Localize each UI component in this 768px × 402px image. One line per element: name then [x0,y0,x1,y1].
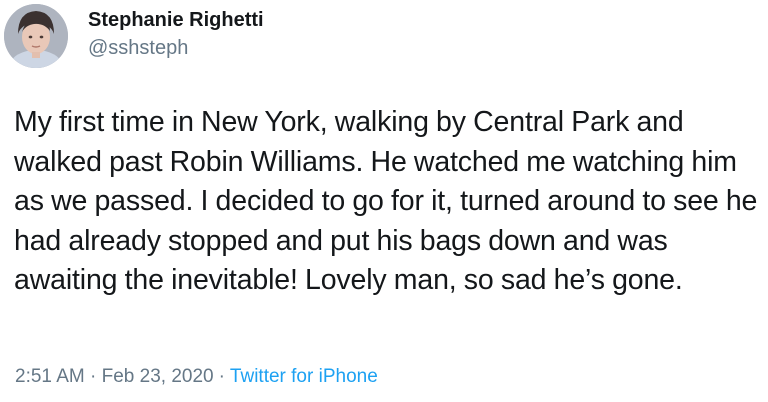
avatar[interactable] [4,4,68,68]
tweet-text: My first time in New York, walking by Ce… [14,106,758,296]
tweet-time: 2:51 AM [15,366,85,387]
meta-separator: · [218,366,225,387]
tweet-source-link[interactable]: Twitter for iPhone [230,366,378,387]
tweet-date: Feb 23, 2020 [101,366,214,387]
tweet-metadata: 2:51 AM · Feb 23, 2020 · Twitter for iPhon… [15,366,378,388]
tweet-card: Stephanie Righetti @sshsteph My first ti… [0,0,768,402]
meta-separator: · [90,366,97,387]
author-handle[interactable]: @sshsteph [88,37,188,60]
author-display-name[interactable]: Stephanie Righetti [88,9,264,32]
user-avatar-icon [4,4,68,68]
tweet-timestamp[interactable]: 2:51 AM · Feb 23, 2020 [15,366,214,387]
